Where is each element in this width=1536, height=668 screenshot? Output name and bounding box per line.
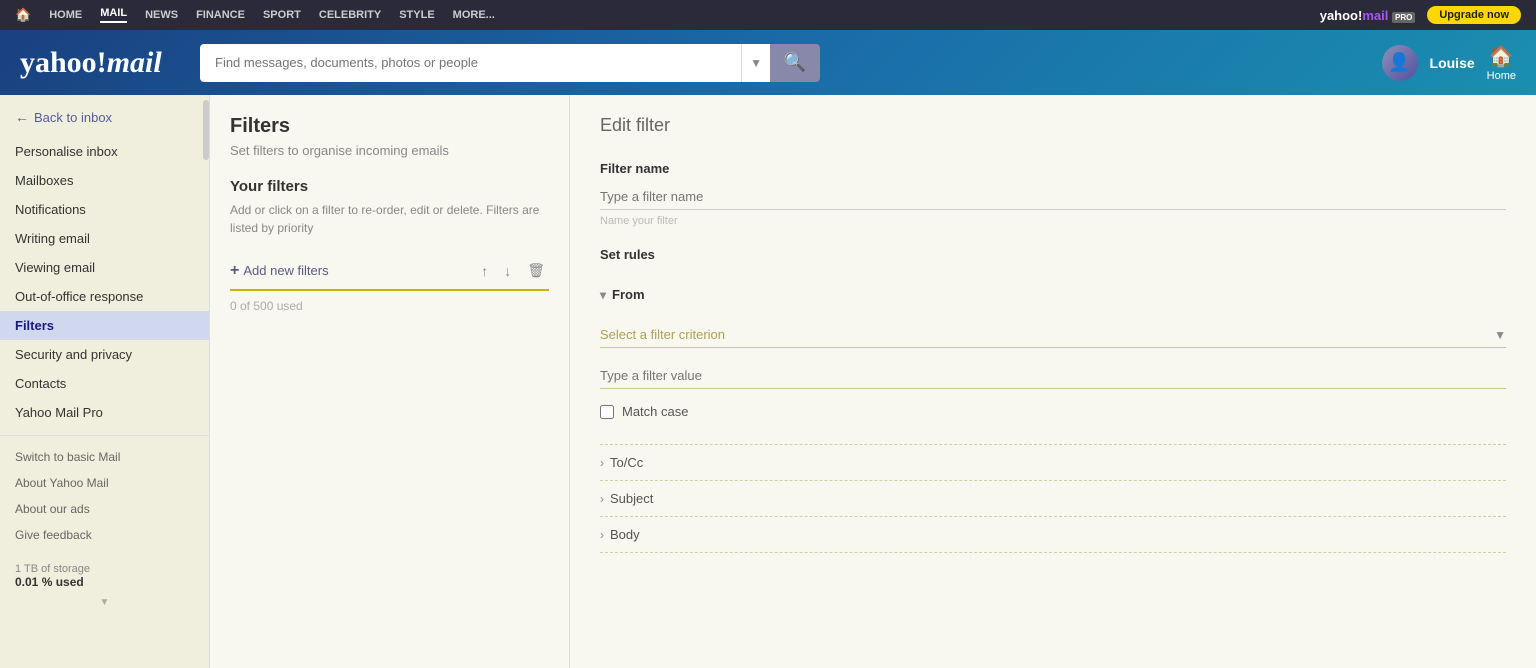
storage-info: 1 TB of storage 0.01 % used <box>0 548 209 597</box>
filter-name-label: Filter name <box>600 161 1506 176</box>
nav-news[interactable]: NEWS <box>145 9 178 21</box>
from-chevron-down-icon: ▾ <box>600 288 606 302</box>
back-arrow-icon: ← <box>15 109 29 125</box>
from-section-header[interactable]: ▾ From <box>600 282 1506 307</box>
sidebar-item-personalise[interactable]: Personalise inbox <box>0 137 209 166</box>
avatar[interactable]: 👤 <box>1382 45 1418 81</box>
add-new-filters-button[interactable]: + Add new filters <box>230 262 329 280</box>
storage-text: 1 TB of storage <box>15 563 194 575</box>
yahoo-mail-pro-logo: yahoo!mail PRO <box>1320 8 1416 23</box>
body-section: › Body <box>600 517 1506 553</box>
header-right: 👤 Louise 🏠 Home <box>1382 44 1516 82</box>
subject-chevron-right-icon: › <box>600 492 604 506</box>
move-down-button[interactable]: ↓ <box>500 260 515 281</box>
content-area: Filters Set filters to organise incoming… <box>210 95 1536 668</box>
back-to-inbox-label: Back to inbox <box>34 110 112 125</box>
your-filters-title: Your filters <box>230 178 549 195</box>
from-rule-content: Select a filter criterion ▼ Match case <box>600 307 1506 429</box>
sidebar-item-feedback[interactable]: Give feedback <box>0 522 209 548</box>
sidebar-divider <box>0 435 209 436</box>
sidebar-item-oor[interactable]: Out-of-office response <box>0 282 209 311</box>
filter-name-hint: Name your filter <box>600 215 1506 227</box>
sidebar: ← Back to inbox Personalise inbox Mailbo… <box>0 95 210 668</box>
nav-finance[interactable]: FINANCE <box>196 9 245 21</box>
match-case-label: Match case <box>622 404 688 419</box>
match-case-row: Match case <box>600 399 1506 424</box>
subject-section: › Subject <box>600 481 1506 517</box>
set-rules-label: Set rules <box>600 247 1506 262</box>
nav-home[interactable]: HOME <box>49 9 82 21</box>
filters-used-count: 0 of 500 used <box>230 291 549 321</box>
subject-label: Subject <box>610 491 653 506</box>
filter-value-input[interactable] <box>600 363 1506 389</box>
filters-title: Filters <box>230 115 549 138</box>
upgrade-now-button[interactable]: Upgrade now <box>1427 6 1521 24</box>
sidebar-item-writing[interactable]: Writing email <box>0 224 209 253</box>
filters-subtitle: Set filters to organise incoming emails <box>230 143 549 158</box>
nav-celebrity[interactable]: CELEBRITY <box>319 9 381 21</box>
filter-actions-right: ↑ ↓ 🗑 <box>477 260 549 281</box>
search-dropdown-button[interactable]: ▼ <box>741 44 770 82</box>
filter-name-field: Filter name Name your filter <box>600 161 1506 227</box>
to-cc-chevron-right-icon: › <box>600 456 604 470</box>
body-label: Body <box>610 527 640 542</box>
filter-criterion-select[interactable]: Select a filter criterion ▼ <box>600 322 1506 348</box>
storage-used: 0.01 % used <box>15 575 194 589</box>
header: yahoo!mail ▼ 🔍 👤 Louise 🏠 Home <box>0 30 1536 95</box>
nav-mail[interactable]: MAIL <box>100 7 127 23</box>
nav-style[interactable]: STYLE <box>399 9 434 21</box>
sidebar-item-security[interactable]: Security and privacy <box>0 340 209 369</box>
search-submit-button[interactable]: 🔍 <box>770 44 820 82</box>
plus-icon: + <box>230 262 239 280</box>
scrollbar <box>203 95 209 668</box>
sidebar-item-contacts[interactable]: Contacts <box>0 369 209 398</box>
sidebar-item-about-yahoo[interactable]: About Yahoo Mail <box>0 470 209 496</box>
your-filters-desc: Add or click on a filter to re-order, ed… <box>230 201 549 237</box>
to-cc-section-header[interactable]: › To/Cc <box>600 450 1506 475</box>
criterion-dropdown-icon: ▼ <box>1494 328 1506 342</box>
subject-section-header[interactable]: › Subject <box>600 486 1506 511</box>
home-label: Home <box>1487 70 1516 82</box>
match-case-checkbox[interactable] <box>600 405 614 419</box>
sidebar-item-about-ads[interactable]: About our ads <box>0 496 209 522</box>
user-name[interactable]: Louise <box>1430 55 1475 71</box>
yahoo-mail-logo: yahoo!mail <box>20 46 180 80</box>
filter-actions-bar: + Add new filters ↑ ↓ 🗑 <box>230 252 549 291</box>
add-filter-label: Add new filters <box>243 263 328 278</box>
sidebar-item-filters[interactable]: Filters <box>0 311 209 340</box>
scroll-down-indicator[interactable]: ▼ <box>0 597 209 613</box>
home-link[interactable]: 🏠 Home <box>1487 44 1516 82</box>
scrollbar-thumb[interactable] <box>203 100 209 160</box>
filter-criterion-label: Select a filter criterion <box>600 327 1489 342</box>
sidebar-item-pro[interactable]: Yahoo Mail Pro <box>0 398 209 427</box>
search-bar: ▼ 🔍 <box>200 44 820 82</box>
home-icon: 🏠 <box>1489 44 1514 69</box>
to-cc-section: › To/Cc <box>600 445 1506 481</box>
sidebar-footer-nav: Switch to basic Mail About Yahoo Mail Ab… <box>0 444 209 548</box>
edit-filter-title: Edit filter <box>600 115 1506 136</box>
from-label: From <box>612 287 645 302</box>
sidebar-nav: Personalise inbox Mailboxes Notification… <box>0 137 209 427</box>
filters-panel: Filters Set filters to organise incoming… <box>210 95 570 668</box>
body-chevron-right-icon: › <box>600 528 604 542</box>
move-up-button[interactable]: ↑ <box>477 260 492 281</box>
back-to-inbox-link[interactable]: ← Back to inbox <box>0 103 209 137</box>
top-nav: 🏠 HOME MAIL NEWS FINANCE SPORT CELEBRITY… <box>0 0 1536 30</box>
sidebar-item-mailboxes[interactable]: Mailboxes <box>0 166 209 195</box>
sidebar-item-viewing[interactable]: Viewing email <box>0 253 209 282</box>
to-cc-label: To/Cc <box>610 455 643 470</box>
sidebar-item-basic-mail[interactable]: Switch to basic Mail <box>0 444 209 470</box>
from-section: ▾ From Select a filter criterion ▼ Match… <box>600 277 1506 445</box>
search-input[interactable] <box>200 44 741 82</box>
filter-name-input[interactable] <box>600 184 1506 210</box>
body-section-header[interactable]: › Body <box>600 522 1506 547</box>
sidebar-item-notifications[interactable]: Notifications <box>0 195 209 224</box>
home-icon-nav: 🏠 <box>15 7 31 23</box>
delete-filter-button[interactable]: 🗑 <box>523 260 549 281</box>
nav-sport[interactable]: SPORT <box>263 9 301 21</box>
edit-filter-panel: Edit filter Filter name Name your filter… <box>570 95 1536 668</box>
nav-more[interactable]: MORE... <box>453 9 495 21</box>
